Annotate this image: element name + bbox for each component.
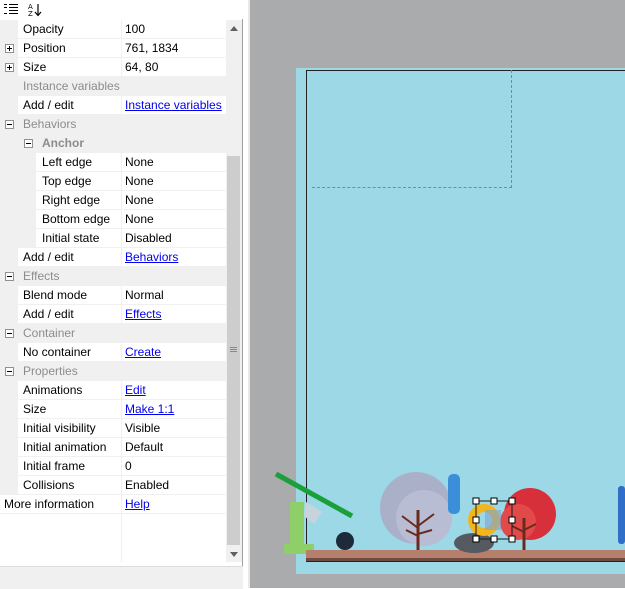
expand-icon[interactable]: [5, 63, 14, 72]
property-row-initial-visibility[interactable]: Initial visibility Visible: [0, 419, 226, 438]
section-header-behaviors[interactable]: Behaviors: [0, 115, 226, 134]
properties-toolbar: A Z: [0, 0, 243, 19]
property-value[interactable]: None: [122, 191, 154, 210]
property-row-initial-animation[interactable]: Initial animation Default: [0, 438, 226, 457]
property-name: Add / edit: [23, 250, 74, 264]
bomb-sprite: [336, 532, 354, 550]
description-pane: [0, 566, 243, 589]
collapse-icon[interactable]: [5, 120, 14, 129]
section-header-anchor[interactable]: Anchor: [0, 134, 226, 153]
property-row-top-edge[interactable]: Top edge None: [0, 172, 226, 191]
behaviors-link[interactable]: Behaviors: [125, 250, 178, 264]
blue-figure-sprite: [448, 474, 460, 514]
gray-tree-sprite: [380, 472, 452, 550]
layout-canvas[interactable]: [248, 0, 625, 588]
vertical-scrollbar[interactable]: [226, 20, 242, 562]
property-name: Blend mode: [23, 288, 88, 302]
section-header-effects[interactable]: Effects: [0, 267, 226, 286]
red-tree-sprite: [500, 488, 556, 550]
property-row-container[interactable]: No container Create: [0, 343, 226, 362]
property-name: Add / edit: [23, 98, 74, 112]
property-name: Opacity: [23, 22, 64, 36]
sort-az-icon[interactable]: A Z: [26, 1, 44, 18]
section-title: Properties: [23, 364, 78, 378]
section-title: Behaviors: [23, 117, 77, 131]
section-header-container[interactable]: Container: [0, 324, 226, 343]
collapse-icon[interactable]: [5, 367, 14, 376]
property-name: Initial frame: [23, 459, 86, 473]
collapse-icon[interactable]: [24, 139, 33, 148]
layout-scene: [274, 471, 625, 561]
property-value[interactable]: 64, 80: [122, 58, 158, 77]
svg-text:Z: Z: [28, 10, 33, 17]
property-row-left-edge[interactable]: Left edge None: [0, 153, 226, 172]
property-name: Collisions: [23, 478, 75, 492]
instance-variables-link[interactable]: Instance variables: [125, 98, 222, 112]
effects-link[interactable]: Effects: [125, 307, 161, 321]
edit-animations-link[interactable]: Edit: [125, 383, 146, 397]
property-row-instance-variables[interactable]: Add / edit Instance variables: [0, 96, 226, 115]
property-grid: Opacity 100 Position 761, 1834 Size 64, …: [0, 20, 226, 562]
property-row-animations[interactable]: Animations Edit: [0, 381, 226, 400]
property-row-more-information[interactable]: More information Help: [0, 495, 226, 514]
property-name: Position: [23, 41, 66, 55]
property-row-make-1-1[interactable]: Size Make 1:1: [0, 400, 226, 419]
property-name: Left edge: [42, 155, 93, 169]
expand-icon[interactable]: [5, 44, 14, 53]
property-value[interactable]: None: [122, 153, 154, 172]
property-row-position[interactable]: Position 761, 1834: [0, 39, 226, 58]
scroll-down-arrow-icon[interactable]: [226, 546, 242, 562]
section-title: Container: [23, 326, 76, 340]
property-row-opacity[interactable]: Opacity 100: [0, 20, 226, 39]
property-row-blend-mode[interactable]: Blend mode Normal: [0, 286, 226, 305]
section-title: Anchor: [42, 136, 84, 150]
section-header-instance-variables[interactable]: Instance variables: [0, 77, 226, 96]
collapse-icon[interactable]: [5, 272, 14, 281]
help-link[interactable]: Help: [125, 497, 150, 511]
property-name: Animations: [23, 383, 83, 397]
property-name: Initial animation: [23, 440, 107, 454]
property-value[interactable]: Normal: [122, 286, 164, 305]
scroll-up-arrow-icon[interactable]: [226, 20, 242, 36]
section-header-properties[interactable]: Properties: [0, 362, 226, 381]
create-container-link[interactable]: Create: [125, 345, 161, 359]
property-value[interactable]: None: [122, 210, 154, 229]
property-name: Initial visibility: [23, 421, 96, 435]
property-value[interactable]: 761, 1834: [122, 39, 178, 58]
property-row-initial-state[interactable]: Initial state Disabled: [0, 229, 226, 248]
blue-edge-sprite: [618, 486, 625, 544]
viewport-outline: [312, 70, 512, 188]
property-name: Add / edit: [23, 307, 74, 321]
property-value[interactable]: Enabled: [122, 476, 169, 495]
property-row-collisions[interactable]: Collisions Enabled: [0, 476, 226, 495]
scrollbar-thumb[interactable]: [227, 156, 240, 545]
property-value[interactable]: Disabled: [122, 229, 172, 248]
property-value[interactable]: 100: [122, 20, 145, 39]
properties-panel: A Z Opacity 100 Position 761, 1834 Size …: [0, 0, 243, 589]
property-value[interactable]: Visible: [122, 419, 160, 438]
property-name: No container: [23, 345, 92, 359]
property-row-initial-frame[interactable]: Initial frame 0: [0, 457, 226, 476]
property-row-behaviors[interactable]: Add / edit Behaviors: [0, 248, 226, 267]
categorized-icon[interactable]: [2, 1, 20, 18]
property-value[interactable]: 0: [122, 457, 132, 476]
property-value[interactable]: None: [122, 172, 154, 191]
property-name: More information: [4, 497, 95, 511]
property-row-bottom-edge[interactable]: Bottom edge None: [0, 210, 226, 229]
property-row-right-edge[interactable]: Right edge None: [0, 191, 226, 210]
make-1-1-link[interactable]: Make 1:1: [125, 402, 174, 416]
property-name: Bottom edge: [42, 212, 111, 226]
collapse-icon[interactable]: [5, 329, 14, 338]
property-value[interactable]: Default: [122, 438, 163, 457]
property-row-effects[interactable]: Add / edit Effects: [0, 305, 226, 324]
property-name: Size: [23, 60, 47, 74]
property-name: Right edge: [42, 193, 101, 207]
section-title: Effects: [23, 269, 60, 283]
property-row-size[interactable]: Size 64, 80: [0, 58, 226, 77]
column-separator: [121, 514, 122, 562]
section-title: Instance variables: [23, 79, 120, 93]
property-name: Initial state: [42, 231, 100, 245]
property-name: Top edge: [42, 174, 92, 188]
property-name: Size: [23, 402, 47, 416]
